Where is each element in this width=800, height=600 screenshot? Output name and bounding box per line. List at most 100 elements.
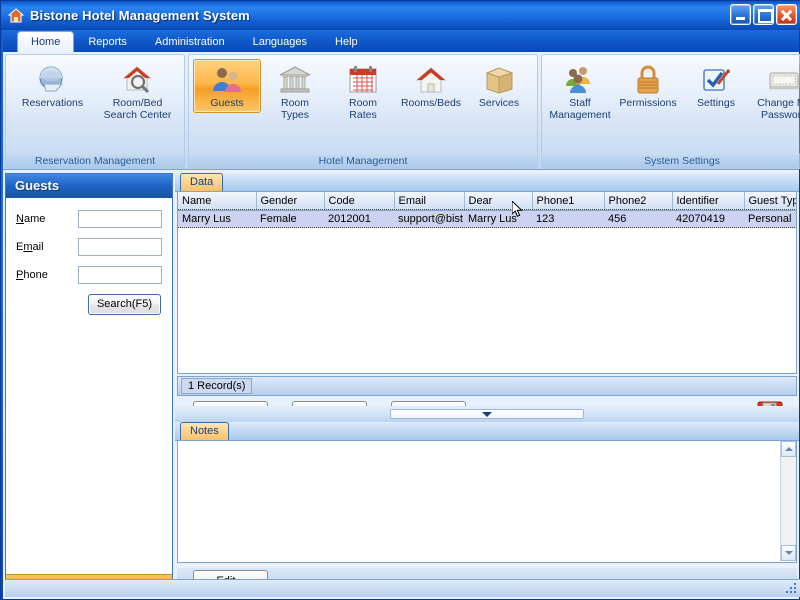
ribbon-toolbar: Reservations Room/Bed (3, 52, 799, 170)
col-header-guest-type[interactable]: Guest Type (744, 192, 797, 210)
window-title: Bistone Hotel Management System (30, 8, 250, 23)
cell-guest-type: Personal (744, 210, 797, 227)
col-header-gender[interactable]: Gender (256, 192, 324, 210)
ribbon-button-room-rates[interactable]: Room Rates (329, 59, 397, 124)
search-button-row: Search(F5) (16, 294, 162, 315)
ribbon-button-rooms-beds[interactable]: Rooms/Beds (397, 59, 465, 113)
col-header-dear[interactable]: Dear (464, 192, 532, 210)
cell-email: support@bist (394, 210, 464, 227)
ribbon-button-services[interactable]: Services (465, 59, 533, 113)
notes-tabstrip: Notes (175, 422, 799, 441)
tab-help[interactable]: Help (321, 32, 372, 52)
col-header-identifier[interactable]: Identifier (672, 192, 744, 210)
cell-code: 2012001 (324, 210, 394, 227)
group-people-icon (563, 64, 597, 96)
tab-administration[interactable]: Administration (141, 32, 239, 52)
col-header-email[interactable]: Email (394, 192, 464, 210)
cell-name: Marry Lus (178, 210, 256, 227)
search-button[interactable]: Search(F5) (88, 294, 161, 315)
ribbon-button-change-my-password[interactable]: Change My Password (750, 59, 800, 124)
guests-grid[interactable]: Name Gender Code Email Dear Phone1 Phone… (177, 192, 797, 374)
email-input[interactable] (78, 238, 162, 256)
ribbon-group-system-settings: Staff Management (541, 54, 800, 169)
ribbon-button-reservations[interactable]: Reservations (10, 59, 95, 113)
ribbon-label-permissions: Permissions (619, 98, 676, 110)
content-pane: Data Name Gender Code (175, 173, 799, 597)
cell-gender: Female (256, 210, 324, 227)
close-button[interactable] (776, 4, 797, 25)
ribbon-label-room-bed-search-center: Room/Bed Search Center (104, 98, 172, 121)
label-phone: Phone (16, 269, 78, 281)
minimize-button[interactable] (730, 4, 751, 25)
table-row[interactable]: Marry Lus Female 2012001 support@bist Ma… (178, 210, 797, 227)
ribbon-button-permissions[interactable]: Permissions (614, 59, 682, 113)
notes-section: Notes Edit... (175, 422, 799, 597)
label-email: Email (16, 241, 78, 253)
tab-reports[interactable]: Reports (74, 32, 141, 52)
tab-data[interactable]: Data (180, 173, 223, 191)
table-header-row: Name Gender Code Email Dear Phone1 Phone… (178, 192, 797, 210)
two-people-icon (210, 64, 244, 96)
ribbon-label-staff-management: Staff Management (549, 98, 610, 121)
label-name: Name (16, 213, 78, 225)
scroll-up-arrow-icon[interactable] (781, 441, 796, 457)
field-row-name: Name (16, 210, 162, 228)
padlock-icon (631, 64, 665, 96)
tab-home[interactable]: Home (17, 31, 74, 52)
ribbon-label-services: Services (479, 98, 519, 110)
house-icon (414, 64, 448, 96)
cell-phone2: 456 (604, 210, 672, 227)
ribbon-label-settings: Settings (697, 98, 735, 110)
chevron-down-icon (482, 412, 492, 417)
col-header-phone1[interactable]: Phone1 (532, 192, 604, 210)
client-area: Home Reports Administration Languages He… (3, 30, 799, 599)
col-header-phone2[interactable]: Phone2 (604, 192, 672, 210)
ribbon-button-settings[interactable]: Settings (682, 59, 750, 113)
col-header-code[interactable]: Code (324, 192, 394, 210)
bank-building-icon (278, 64, 312, 96)
sidebar-title: Guests (6, 174, 172, 198)
ribbon-label-rooms-beds: Rooms/Beds (401, 98, 461, 110)
field-row-phone: Phone (16, 266, 162, 284)
cell-phone1: 123 (532, 210, 604, 227)
ribbon-label-room-types: Room Types (281, 98, 309, 121)
status-bar (5, 579, 800, 597)
ribbon-label-room-rates: Room Rates (349, 98, 377, 121)
title-bar: Bistone Hotel Management System (1, 1, 800, 30)
notes-textarea[interactable] (178, 441, 780, 561)
phone-input[interactable] (78, 266, 162, 284)
app-house-icon (7, 7, 25, 25)
application-window: Bistone Hotel Management System Home Rep… (0, 0, 800, 600)
resize-grip-icon[interactable] (785, 582, 798, 595)
calendar-icon (346, 64, 380, 96)
ribbon-group-reservation-management: Reservations Room/Bed (5, 54, 185, 169)
ribbon-button-room-bed-search-center[interactable]: Room/Bed Search Center (95, 59, 180, 124)
notes-scrollbar[interactable] (780, 441, 796, 561)
data-tabstrip: Data (175, 173, 799, 192)
house-magnifier-icon (121, 64, 155, 96)
tab-notes[interactable]: Notes (180, 422, 229, 440)
field-row-email: Email (16, 238, 162, 256)
tab-languages[interactable]: Languages (239, 32, 321, 52)
name-input[interactable] (78, 210, 162, 228)
guests-table: Name Gender Code Email Dear Phone1 Phone… (178, 192, 797, 228)
data-section: Data Name Gender Code (175, 173, 799, 410)
record-count-bar: 1 Record(s) (177, 376, 797, 396)
ribbon-button-guests[interactable]: Guests (193, 59, 261, 113)
col-header-name[interactable]: Name (178, 192, 256, 210)
window-controls (730, 4, 797, 25)
maximize-button[interactable] (753, 4, 774, 25)
search-sidebar: Guests Name Email Phone Search(F5) (5, 173, 173, 597)
splitter-collapse-handle[interactable] (390, 409, 584, 419)
pane-splitter[interactable] (175, 406, 799, 422)
ribbon-group-title-hotel-management: Hotel Management (189, 154, 537, 168)
sidebar-form: Name Email Phone Search(F5) (6, 198, 172, 315)
ribbon-button-staff-management[interactable]: Staff Management (546, 59, 614, 124)
ribbon-label-guests: Guests (210, 98, 243, 110)
keyboard-icon (767, 64, 800, 96)
ribbon-button-room-types[interactable]: Room Types (261, 59, 329, 124)
ribbon-label-change-my-password: Change My Password (757, 98, 800, 121)
scroll-down-arrow-icon[interactable] (781, 545, 796, 561)
cell-identifier: 42070419 (672, 210, 744, 227)
ribbon-label-reservations: Reservations (22, 98, 83, 110)
